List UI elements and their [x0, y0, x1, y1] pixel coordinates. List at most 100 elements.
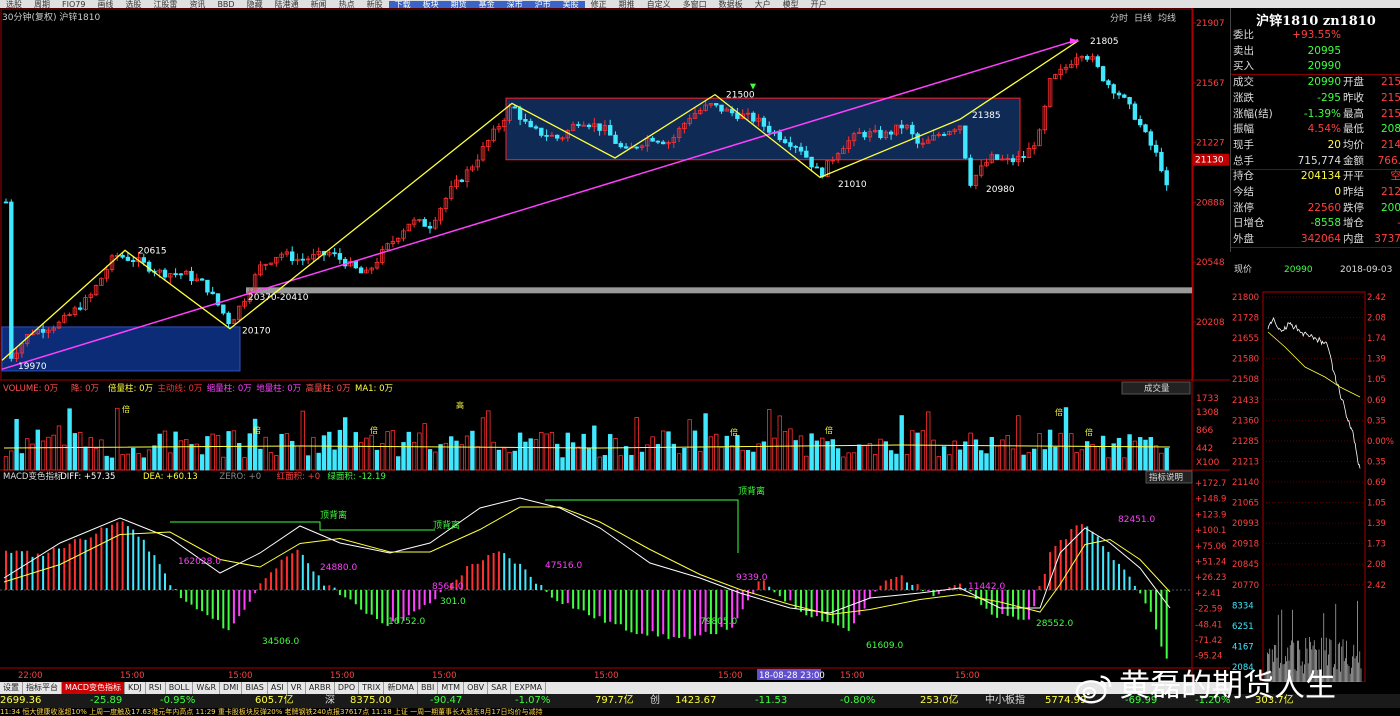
quote-label: 买入 [1233, 60, 1254, 73]
macd-area-value: 16752.0 [388, 617, 425, 627]
macd-area-value: 34506.0 [262, 637, 299, 647]
mini-left-axis: 20993 [1232, 519, 1259, 529]
indicator-tab[interactable]: W&R [193, 682, 221, 694]
volume-bar [724, 435, 729, 471]
macd-histogram-bar [52, 547, 55, 590]
quote-label: 昨收 [1343, 91, 1364, 104]
volume-bar [274, 455, 279, 471]
mini-left-axis: 21213 [1232, 457, 1259, 467]
toolbar-item[interactable]: BBD [211, 1, 240, 9]
volume-bar [936, 456, 941, 471]
volume-bar [385, 431, 390, 471]
volume-bar [846, 452, 851, 471]
indicator-tab[interactable]: EXPMA [511, 682, 547, 694]
toolbar-item[interactable]: 自定义 [641, 1, 677, 9]
toolbar-item[interactable]: FIO79 [56, 1, 91, 9]
toolbar-item[interactable]: 板块 [416, 1, 445, 8]
indicator-tab[interactable]: SAR [488, 682, 512, 694]
toolbar-item[interactable]: 期货 [444, 1, 473, 8]
status-value: -0.95% [160, 695, 196, 706]
intraday-minichart[interactable]: 现价 20990 2018-09-03 21800 21728 21655 21580 215… [1230, 252, 1400, 682]
volume-bar [560, 457, 565, 471]
toolbar-item[interactable]: 陆港通 [269, 1, 305, 9]
indicator-tab[interactable]: VR [288, 682, 306, 694]
toolbar-item[interactable]: 隐藏 [241, 1, 269, 9]
indicator-tab[interactable]: BIAS [242, 682, 268, 694]
volume-bar [141, 457, 146, 471]
candle-body [915, 133, 920, 144]
indicator-tab[interactable]: 新DMA [384, 682, 419, 694]
toolbar-item[interactable]: 选股 [119, 1, 147, 9]
toolbar-item[interactable]: 修正 [585, 1, 613, 9]
top-toolbar[interactable]: 选股 周期 FIO79 画线 选股 江股雷 资讯 BBD 隐藏 陆港通 新闻 热点 新股 下载 板块 期货 基金… [0, 0, 1400, 8]
macd-histogram-bar [1033, 590, 1036, 607]
toolbar-item[interactable]: 模型 [777, 1, 805, 9]
indicator-tab[interactable]: BOLL [166, 682, 194, 694]
toolbar-item[interactable]: 新闻 [305, 1, 333, 9]
volume-bar [284, 433, 290, 471]
quote-value: 20990 [1307, 60, 1341, 73]
macd-histogram-bar [980, 590, 983, 605]
macd-histogram-bar [895, 576, 898, 590]
indicator-tab[interactable]: DPO [335, 682, 360, 694]
macd-histogram-bar [68, 543, 71, 590]
indicator-tab[interactable]: TRIX [359, 682, 385, 694]
toolbar-item[interactable]: 期推 [613, 1, 641, 9]
indicator-tab[interactable]: KDJ [125, 682, 146, 694]
toolbar-item[interactable]: 基金 [472, 1, 501, 8]
indicator-tab[interactable]: RSI [146, 682, 166, 694]
indicator-tab[interactable]: 设置 [0, 682, 23, 694]
indicator-tab[interactable]: DMI [220, 682, 243, 694]
mini-right-axis: 0.00% [1367, 437, 1394, 447]
toolbar-item[interactable]: 新股 [361, 1, 389, 9]
indicator-tab[interactable]: ARBR [306, 682, 335, 694]
macd-histogram-bar [259, 583, 262, 590]
toolbar-item[interactable]: 深市 [500, 1, 529, 8]
indicator-tab[interactable]: MTM [438, 682, 465, 694]
toolbar-item[interactable]: 多窗口 [677, 1, 713, 9]
toolbar-item[interactable]: 资讯 [183, 1, 211, 9]
volume-bar [941, 446, 947, 471]
toolbar-item[interactable]: 热点 [333, 1, 361, 9]
mini-left-axis: 21360 [1232, 416, 1259, 426]
status-value: -1.07% [515, 695, 551, 706]
toolbar-item[interactable]: 江股雷 [147, 1, 183, 9]
volume-bar [226, 431, 231, 471]
volume-bar [1164, 447, 1169, 471]
indicator-tab[interactable]: ASI [268, 682, 288, 694]
volume-bar [947, 454, 952, 471]
volume-bar [1095, 446, 1100, 471]
indicator-tab[interactable]: 指标平台 [23, 682, 62, 694]
toolbar-item[interactable]: 下载 [388, 1, 417, 8]
volume-bar [210, 433, 215, 471]
indicator-tab[interactable]: OBV [464, 682, 489, 694]
candle-body [634, 146, 639, 149]
macd-histogram-bar [116, 522, 119, 590]
kline-chart[interactable]: 21907 21567 21227 20888 20548 20208 21130 21805… [0, 8, 1230, 682]
quote-label: 内盘 [1343, 233, 1364, 246]
macd-histogram-bar [715, 590, 718, 635]
macd-histogram-bar [407, 590, 410, 616]
toolbar-item[interactable]: 美股 [556, 1, 585, 8]
macd-histogram-bar [418, 590, 421, 610]
volume-bar [46, 436, 51, 471]
indicator-tab[interactable]: BBI [418, 682, 439, 694]
macd-histogram-bar [471, 564, 474, 590]
macd-histogram-bar [593, 590, 596, 619]
macd-histogram-bar [826, 590, 829, 623]
volume-bar [231, 430, 237, 471]
volume-bar [862, 445, 867, 471]
toolbar-item[interactable]: 选股 [0, 1, 28, 9]
toolbar-item[interactable]: 周期 [28, 1, 56, 9]
toolbar-item[interactable]: 大户 [749, 1, 777, 9]
indicator-tab[interactable]: MACD变色指标 [62, 682, 125, 694]
macd-histogram-bar [874, 590, 877, 592]
volume-bei-marker: 倍 [122, 404, 130, 414]
toolbar-item[interactable]: 画线 [91, 1, 119, 9]
toolbar-item[interactable]: 沪市 [528, 1, 557, 8]
indicator-tabs[interactable]: 设置 指标平台 MACD变色指标 KDJ RSI BOLL W&R DMI BIAS ASI VR A… [0, 682, 1230, 694]
toolbar-item[interactable]: 开户 [805, 1, 833, 9]
toolbar-item[interactable]: 数据板 [713, 1, 749, 9]
price-annotation: 19970 [18, 362, 47, 372]
macd-legend-item: DIFF: +57.35 [60, 472, 115, 482]
